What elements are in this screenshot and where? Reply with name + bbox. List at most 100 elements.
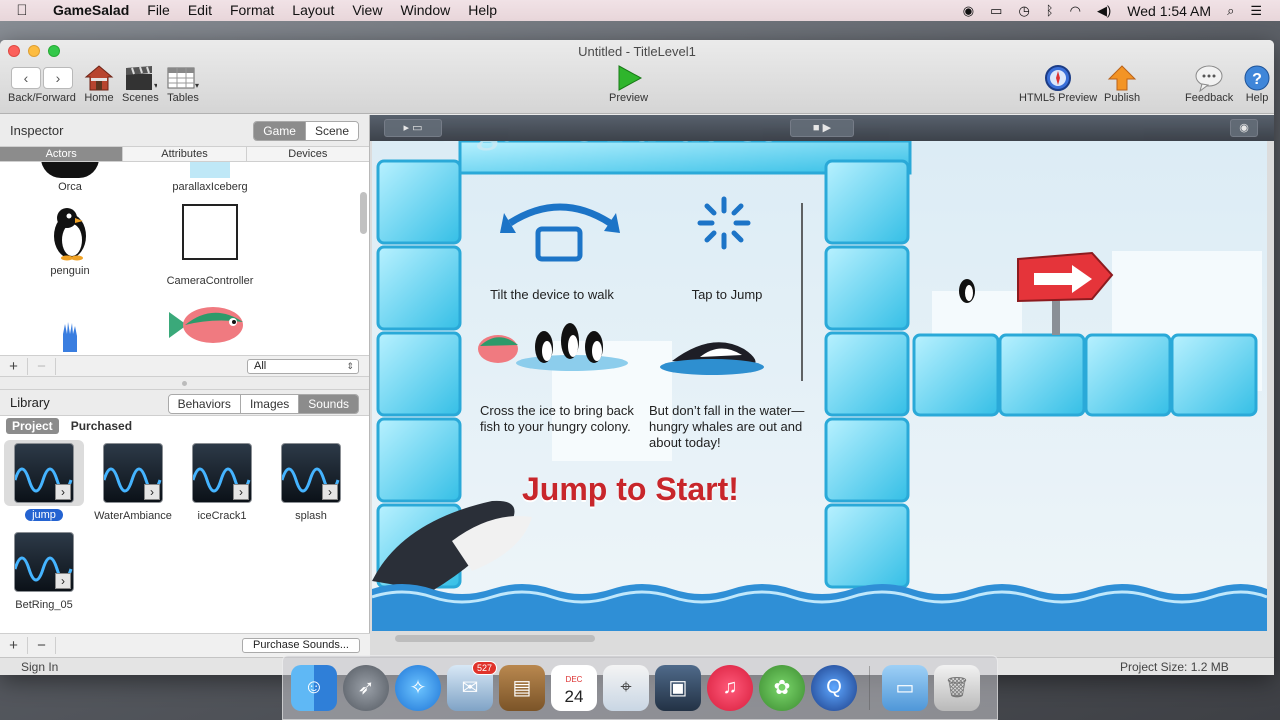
tab-images[interactable]: Images — [239, 395, 299, 413]
sound-label: WaterAmbiance — [94, 510, 172, 522]
feedback-tool[interactable]: Feedback — [1185, 64, 1233, 104]
sound-item-ice-crack[interactable]: › iceCrack1 — [182, 443, 262, 522]
actor-parallax-iceberg[interactable]: parallaxIceberg — [145, 162, 275, 193]
menu-app-name[interactable]: GameSalad — [44, 0, 138, 21]
add-sound-button[interactable]: + — [0, 637, 28, 654]
actor-orca[interactable]: Orca — [5, 162, 135, 193]
launchpad-icon[interactable]: ➶ — [343, 664, 389, 711]
tap-burst-icon — [697, 196, 751, 250]
actors-scrollbar[interactable] — [360, 192, 367, 234]
sound-item-jump[interactable]: › jump — [4, 440, 84, 521]
airplay-icon[interactable]: ▭ — [982, 3, 1010, 19]
help-label: Help — [1245, 92, 1269, 104]
gamesalad-icon[interactable]: ✿ — [759, 664, 805, 711]
menu-help[interactable]: Help — [459, 0, 506, 21]
preview-label: Preview — [609, 92, 649, 104]
tab-purchased[interactable]: Purchased — [65, 418, 138, 434]
mail-icon[interactable]: ✉ 527 — [447, 660, 497, 711]
sound-label: splash — [295, 510, 327, 522]
actor-camera-controller[interactable]: CameraController — [145, 204, 275, 287]
sound-label: jump — [25, 509, 63, 521]
dock: ☺ ➶ ✧ ✉ 527 ▤ DEC 24 ⌖ ▣ ♫ ✿ Q ▭ 🗑 — [282, 655, 998, 720]
time-machine-icon[interactable]: ◷ — [1010, 3, 1037, 19]
sound-item-water-ambiance[interactable]: › WaterAmbiance — [93, 443, 173, 522]
menu-file[interactable]: File — [138, 0, 179, 21]
sound-item-splash[interactable]: › splash — [271, 443, 351, 522]
tilt-instruction: Tilt the device to walk — [490, 287, 614, 302]
menu-layout[interactable]: Layout — [283, 0, 343, 21]
tab-scene[interactable]: Scene — [304, 122, 358, 140]
home-tool[interactable]: Home — [84, 64, 114, 104]
fish-icon — [169, 307, 243, 343]
library-footer: + − Purchase Sounds... — [0, 633, 370, 657]
fall-instruction: But don’t fall in the water— hungry whal… — [649, 403, 805, 450]
record-icon[interactable]: ◉ — [955, 3, 982, 19]
volume-icon[interactable]: ◀) — [1089, 3, 1119, 19]
actor-penguin[interactable]: penguin — [5, 204, 135, 277]
tab-game[interactable]: Game — [254, 122, 305, 140]
calendar-icon[interactable]: DEC 24 — [551, 664, 597, 711]
tab-actors[interactable]: Actors — [0, 147, 123, 161]
actor-hand[interactable] — [5, 312, 135, 355]
chevron-right-icon[interactable]: › — [55, 484, 71, 500]
finder-icon[interactable]: ☺ — [291, 664, 337, 711]
scenes-label: Scenes — [122, 92, 159, 104]
menu-format[interactable]: Format — [221, 0, 283, 21]
publish-tool[interactable]: Publish — [1104, 64, 1140, 104]
itunes-icon[interactable]: ♫ — [707, 664, 753, 711]
scene-settings-icon[interactable]: ◉ — [1230, 119, 1258, 137]
scene-scrollbar[interactable] — [395, 635, 595, 642]
menu-clock[interactable]: Wed 1:54 AM — [1119, 3, 1219, 19]
purchase-sounds-button[interactable]: Purchase Sounds... — [241, 638, 360, 653]
add-actor-button[interactable]: + — [0, 357, 28, 375]
tables-tool[interactable]: ▾ Tables — [166, 64, 200, 104]
scenes-tool[interactable]: ▾ Scenes — [122, 64, 159, 104]
actor-fish[interactable] — [145, 298, 275, 355]
actor-filter-select[interactable]: All — [247, 359, 359, 374]
apple-icon[interactable]:  — [0, 2, 44, 19]
maps-icon[interactable]: ⌖ — [603, 664, 649, 711]
library-tabs: Behaviors Images Sounds — [167, 394, 359, 414]
help-tool[interactable]: ? Help — [1242, 64, 1272, 104]
safari-icon[interactable]: ✧ — [395, 664, 441, 711]
preview-tool[interactable]: Preview — [609, 64, 648, 104]
html5-preview-tool[interactable]: HTML5 Preview — [1019, 64, 1097, 104]
play-icon — [614, 64, 644, 92]
tab-attributes[interactable]: Attributes — [122, 147, 246, 161]
panel-splitter[interactable] — [0, 377, 369, 389]
bluetooth-icon[interactable]: ᛒ — [1038, 3, 1062, 18]
tab-sounds[interactable]: Sounds — [298, 395, 358, 413]
back-button[interactable]: ‹ — [10, 67, 41, 89]
remove-actor-button[interactable]: − — [28, 357, 56, 375]
menu-view[interactable]: View — [343, 0, 391, 21]
quicktime-icon[interactable]: Q — [811, 664, 857, 711]
tab-project[interactable]: Project — [6, 418, 59, 434]
menu-edit[interactable]: Edit — [179, 0, 221, 21]
chevron-right-icon[interactable]: › — [322, 484, 338, 500]
wifi-icon[interactable]: ◠ — [1062, 3, 1089, 19]
sound-wave-icon: › — [103, 443, 163, 503]
trash-icon[interactable]: 🗑 — [934, 664, 980, 711]
menu-window[interactable]: Window — [391, 0, 459, 21]
sign-in-link[interactable]: Sign In — [21, 660, 58, 674]
chevron-right-icon[interactable]: › — [55, 573, 71, 589]
spotlight-search-icon[interactable]: ⌕ — [1219, 3, 1242, 19]
photos-icon[interactable]: ▣ — [655, 664, 701, 711]
camera-mode-button[interactable]: ▸ ▭ — [384, 119, 442, 137]
chevron-right-icon[interactable]: › — [144, 484, 160, 500]
sound-wave-icon: › — [14, 443, 74, 503]
tab-devices[interactable]: Devices — [245, 147, 369, 161]
sound-wave-icon: › — [281, 443, 341, 503]
notification-center-icon[interactable]: ☰ — [1242, 3, 1270, 19]
remove-sound-button[interactable]: − — [28, 637, 56, 654]
stop-play-button[interactable]: ■ ▶ — [790, 119, 854, 137]
jump-to-start-text: Jump to Start! — [522, 471, 739, 507]
tab-behaviors[interactable]: Behaviors — [168, 395, 240, 413]
scene-stage[interactable]: Penguin's Paradise Tilt the device to wa… — [372, 141, 1267, 631]
forward-button[interactable]: › — [42, 67, 73, 89]
folder-icon[interactable]: ▭ — [882, 664, 928, 711]
menu-bar:  GameSalad File Edit Format Layout View… — [0, 0, 1280, 21]
sound-item-betring[interactable]: › BetRing_05 — [4, 532, 84, 611]
chevron-right-icon[interactable]: › — [233, 484, 249, 500]
contacts-icon[interactable]: ▤ — [499, 664, 545, 711]
